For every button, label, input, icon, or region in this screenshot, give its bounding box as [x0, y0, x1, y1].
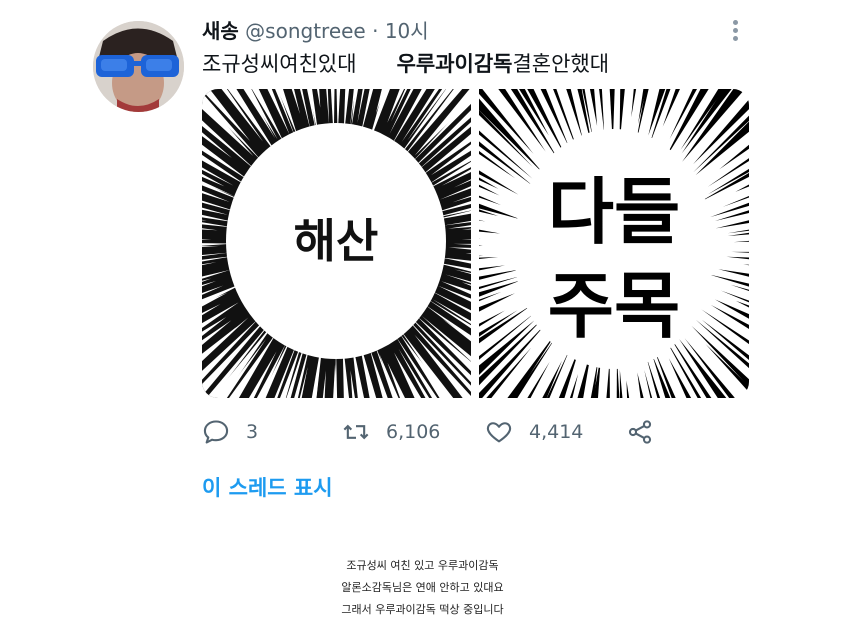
avatar-image — [93, 21, 184, 112]
like-button[interactable]: 4,414 — [485, 414, 583, 450]
display-name[interactable]: 새송 — [202, 19, 239, 43]
tweet-actions: 3 6,106 4,414 — [202, 414, 762, 450]
tweet-text-mention: 우루과이감독 — [396, 52, 513, 76]
media-image-right[interactable]: 다들 주목 — [479, 89, 749, 398]
caption: 조규성씨 여친 있고 우루과이감독 알론소감독님은 연애 안하고 있대요 그래서… — [0, 555, 845, 621]
avatar[interactable] — [93, 21, 184, 112]
tweet-text: 조규성씨여친있대 우루과이감독결혼안했대 — [202, 50, 609, 78]
share-icon — [628, 420, 652, 444]
right-panel-line2: 주목 — [548, 264, 680, 348]
like-count: 4,414 — [529, 421, 584, 443]
retweet-count: 6,106 — [386, 421, 441, 443]
reply-icon — [203, 420, 229, 444]
share-button[interactable] — [626, 414, 670, 450]
burst-image-left: 해산 — [202, 89, 471, 398]
caption-line-1: 조규성씨 여친 있고 우루과이감독 — [346, 559, 499, 572]
caption-line-2: 알론소감독님은 연애 안하고 있대요 — [341, 581, 504, 594]
tweet-text-part1: 조규성씨여친있대 — [202, 52, 357, 76]
tweet-header: 새송 @songtreee · 10시 — [202, 17, 429, 45]
tweet-text-part2: 결혼안했대 — [512, 52, 610, 76]
tweet-media[interactable]: 해산 다들 주목 — [202, 89, 749, 398]
reply-count: 3 — [246, 421, 259, 443]
tweet: 새송 @songtreee · 10시 조규성씨여친있대 우루과이감독결혼안했대 … — [0, 0, 845, 520]
media-image-left[interactable]: 해산 — [202, 89, 471, 398]
more-icon[interactable] — [725, 20, 745, 42]
left-panel-text: 해산 — [294, 214, 379, 268]
caption-line-3: 그래서 우루과이감독 떡상 중입니다 — [341, 603, 504, 616]
retweet-button[interactable]: 6,106 — [342, 414, 440, 450]
burst-image-right: 다들 주목 — [479, 89, 749, 398]
user-handle[interactable]: @songtreee — [245, 19, 366, 43]
reply-button[interactable]: 3 — [202, 414, 258, 450]
tweet-time[interactable]: 10시 — [385, 19, 429, 43]
show-thread-link[interactable]: 이 스레드 표시 — [202, 472, 333, 502]
retweet-icon — [343, 424, 369, 440]
heart-icon — [486, 422, 512, 443]
right-panel-line1: 다들 — [548, 170, 680, 254]
separator: · — [372, 19, 379, 43]
